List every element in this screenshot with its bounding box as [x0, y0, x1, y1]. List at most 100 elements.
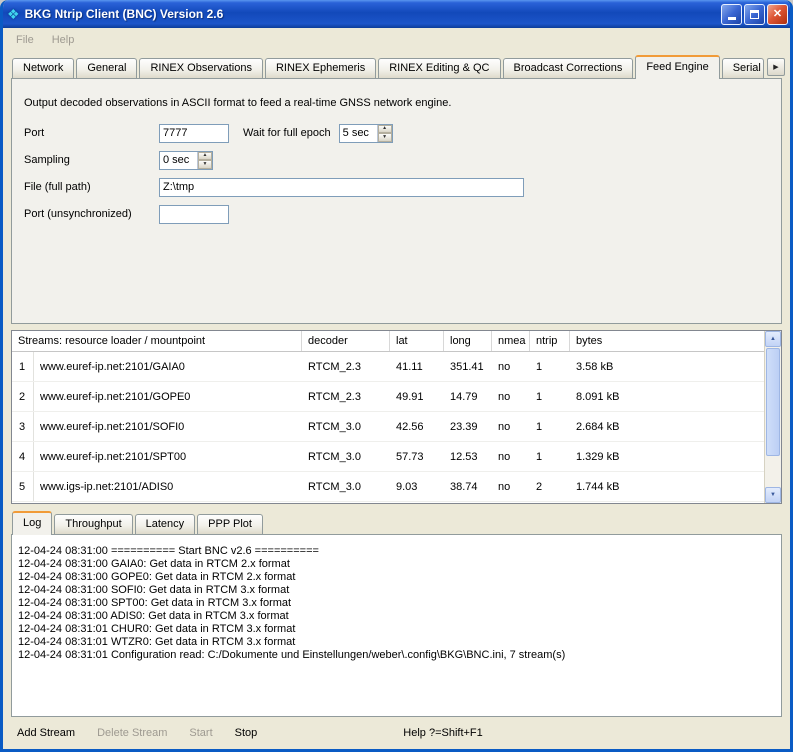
- chevron-down-icon: ▼: [203, 162, 208, 167]
- tab-rinex-editing-qc[interactable]: RINEX Editing & QC: [378, 58, 500, 78]
- tab-bar: Network General RINEX Observations RINEX…: [3, 52, 790, 78]
- file-path-row: File (full path): [24, 177, 781, 197]
- vertical-scrollbar[interactable]: ▲ ▼: [764, 331, 781, 503]
- tab-log[interactable]: Log: [12, 511, 52, 535]
- cell-lat: 9.03: [390, 472, 444, 501]
- wait-for-full-epoch-spinner[interactable]: 5 sec ▲ ▼: [339, 124, 393, 143]
- row-number: 5: [12, 472, 34, 501]
- chevron-right-icon: ▶: [773, 63, 778, 71]
- spin-down-button[interactable]: ▼: [378, 133, 392, 142]
- maximize-icon: [750, 10, 759, 19]
- cell-nmea: no: [492, 412, 530, 441]
- column-header-bytes[interactable]: bytes: [570, 331, 764, 351]
- cell-ntrip: 2: [530, 472, 570, 501]
- cell-long: 14.79: [444, 382, 492, 411]
- close-icon: ✕: [773, 9, 782, 20]
- chevron-down-icon: ▼: [382, 135, 387, 140]
- cell-nmea: no: [492, 382, 530, 411]
- help-shortcut-label: Help ?=Shift+F1: [403, 727, 483, 739]
- port-unsynchronized-label: Port (unsynchronized): [24, 208, 159, 220]
- feed-engine-pane: Output decoded observations in ASCII for…: [11, 78, 782, 324]
- sampling-spinner[interactable]: 0 sec ▲ ▼: [159, 151, 213, 170]
- log-pane: 12-04-24 08:31:00 ========== Start BNC v…: [11, 534, 782, 717]
- menu-file[interactable]: File: [7, 31, 43, 49]
- log-line: 12-04-24 08:31:00 ADIS0: Get data in RTC…: [18, 610, 775, 623]
- maximize-button[interactable]: [744, 4, 765, 25]
- port-unsynchronized-input[interactable]: [159, 205, 229, 224]
- cell-nmea: no: [492, 442, 530, 471]
- sampling-label: Sampling: [24, 154, 159, 166]
- column-header-mountpoint[interactable]: Streams: resource loader / mountpoint: [12, 331, 302, 351]
- cell-lat: 42.56: [390, 412, 444, 441]
- table-row[interactable]: 4 www.euref-ip.net:2101/SPT00 RTCM_3.0 5…: [12, 442, 764, 472]
- tab-ppp-plot[interactable]: PPP Plot: [197, 514, 263, 534]
- column-header-decoder[interactable]: decoder: [302, 331, 390, 351]
- port-input[interactable]: [159, 124, 229, 143]
- log-line: 12-04-24 08:31:00 GOPE0: Get data in RTC…: [18, 571, 775, 584]
- cell-decoder: RTCM_3.0: [302, 472, 390, 501]
- start-button[interactable]: Start: [185, 725, 216, 741]
- table-row[interactable]: 3 www.euref-ip.net:2101/SOFI0 RTCM_3.0 4…: [12, 412, 764, 442]
- table-row[interactable]: 5 www.igs-ip.net:2101/ADIS0 RTCM_3.0 9.0…: [12, 472, 764, 502]
- titlebar: ❖ BKG Ntrip Client (BNC) Version 2.6 ✕: [0, 0, 793, 28]
- spin-down-button[interactable]: ▼: [198, 160, 212, 169]
- scroll-down-button[interactable]: ▼: [765, 487, 781, 503]
- scrollbar-thumb[interactable]: [766, 348, 780, 456]
- cell-long: 351.41: [444, 352, 492, 381]
- log-line: 12-04-24 08:31:00 SPT00: Get data in RTC…: [18, 597, 775, 610]
- column-header-long[interactable]: long: [444, 331, 492, 351]
- tab-rinex-ephemeris[interactable]: RINEX Ephemeris: [265, 58, 376, 78]
- stop-button[interactable]: Stop: [231, 725, 262, 741]
- row-number: 1: [12, 352, 34, 381]
- column-header-nmea[interactable]: nmea: [492, 331, 530, 351]
- cell-lat: 41.11: [390, 352, 444, 381]
- tab-network[interactable]: Network: [12, 58, 74, 78]
- log-line: 12-04-24 08:31:01 WTZR0: Get data in RTC…: [18, 636, 775, 649]
- chevron-down-icon: ▼: [770, 492, 776, 498]
- cell-ntrip: 1: [530, 352, 570, 381]
- bottom-action-bar: Add Stream Delete Stream Start Stop Help…: [3, 717, 790, 749]
- delete-stream-button[interactable]: Delete Stream: [93, 725, 171, 741]
- file-path-input[interactable]: [159, 178, 524, 197]
- log-line: 12-04-24 08:31:00 ========== Start BNC v…: [18, 545, 775, 558]
- tab-feed-engine[interactable]: Feed Engine: [635, 55, 719, 79]
- minimize-button[interactable]: [721, 4, 742, 25]
- cell-mountpoint: www.euref-ip.net:2101/GOPE0: [34, 382, 302, 411]
- close-button[interactable]: ✕: [767, 4, 788, 25]
- menu-help[interactable]: Help: [43, 31, 84, 49]
- spin-buttons: ▲ ▼: [377, 125, 392, 142]
- tab-broadcast-corrections[interactable]: Broadcast Corrections: [503, 58, 634, 78]
- cell-mountpoint: www.igs-ip.net:2101/ADIS0: [34, 472, 302, 501]
- cell-long: 12.53: [444, 442, 492, 471]
- tab-general[interactable]: General: [76, 58, 137, 78]
- tab-rinex-observations[interactable]: RINEX Observations: [139, 58, 262, 78]
- table-row[interactable]: 2 www.euref-ip.net:2101/GOPE0 RTCM_2.3 4…: [12, 382, 764, 412]
- cell-ntrip: 1: [530, 442, 570, 471]
- cell-mountpoint: www.euref-ip.net:2101/GAIA0: [34, 352, 302, 381]
- spin-up-button[interactable]: ▲: [198, 152, 212, 161]
- cell-decoder: RTCM_2.3: [302, 352, 390, 381]
- cell-decoder: RTCM_2.3: [302, 382, 390, 411]
- table-row[interactable]: 1 www.euref-ip.net:2101/GAIA0 RTCM_2.3 4…: [12, 352, 764, 382]
- window-title: BKG Ntrip Client (BNC) Version 2.6: [25, 7, 719, 21]
- streams-table: Streams: resource loader / mountpoint de…: [11, 330, 782, 504]
- file-path-label: File (full path): [24, 181, 159, 193]
- log-line: 12-04-24 08:31:01 Configuration read: C:…: [18, 649, 775, 662]
- add-stream-button[interactable]: Add Stream: [13, 725, 79, 741]
- cell-ntrip: 1: [530, 382, 570, 411]
- spin-buttons: ▲ ▼: [197, 152, 212, 169]
- menubar: File Help: [3, 28, 790, 52]
- tab-serial-output[interactable]: Serial Ou: [722, 58, 764, 78]
- tab-throughput[interactable]: Throughput: [54, 514, 132, 534]
- column-header-lat[interactable]: lat: [390, 331, 444, 351]
- scroll-up-button[interactable]: ▲: [765, 331, 781, 347]
- tab-latency[interactable]: Latency: [135, 514, 196, 534]
- tab-scroll-right-button[interactable]: ▶: [767, 58, 785, 76]
- log-line: 12-04-24 08:31:00 GAIA0: Get data in RTC…: [18, 558, 775, 571]
- app-window: ❖ BKG Ntrip Client (BNC) Version 2.6 ✕ F…: [0, 0, 793, 752]
- bottom-tab-bar: Log Throughput Latency PPP Plot: [3, 504, 790, 534]
- wait-for-full-epoch-label: Wait for full epoch: [243, 127, 331, 139]
- pane-description: Output decoded observations in ASCII for…: [12, 79, 781, 123]
- spin-up-button[interactable]: ▲: [378, 125, 392, 134]
- column-header-ntrip[interactable]: ntrip: [530, 331, 570, 351]
